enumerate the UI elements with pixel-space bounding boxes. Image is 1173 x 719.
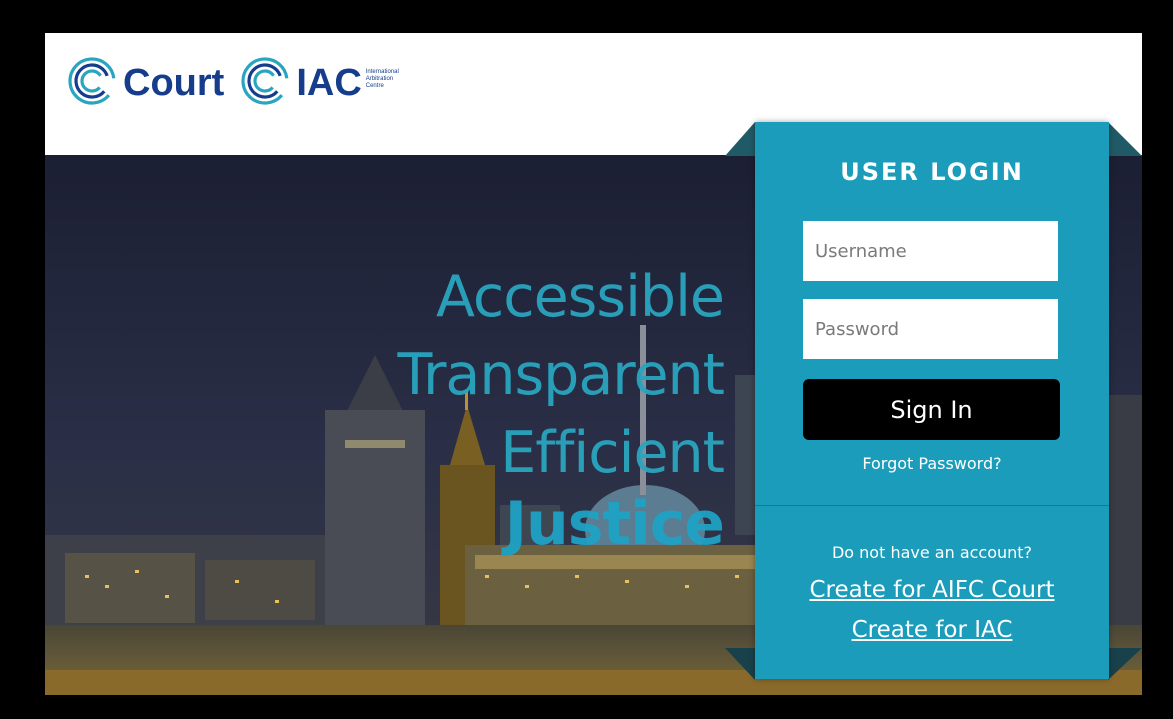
sign-in-button[interactable]: Sign In	[803, 379, 1060, 440]
ribbon-fold-top-right	[1108, 122, 1142, 156]
iac-sub-line-1: International	[365, 68, 399, 75]
iac-sub-line-2: Arbitration	[365, 75, 394, 82]
logo-group: Court IAC International Arbitration Cent…	[67, 53, 399, 113]
login-title: USER LOGIN	[840, 158, 1024, 186]
create-iac-link[interactable]: Create for IAC	[755, 617, 1109, 643]
tagline-line-transparent: Transparent	[397, 342, 725, 408]
iac-logo-icon	[240, 56, 290, 111]
create-aifc-court-link[interactable]: Create for AIFC Court	[755, 577, 1109, 603]
iac-logo-subtitle: International Arbitration Centre	[366, 69, 399, 90]
iac-sub-line-3: Centre	[365, 82, 384, 89]
login-panel: USER LOGIN Sign In Forgot Password? Do n…	[755, 122, 1109, 679]
iac-logo-text: IAC	[296, 62, 362, 104]
ribbon-fold-bottom-right	[1108, 648, 1142, 680]
court-logo-text: Court	[123, 62, 225, 104]
tagline-line-accessible: Accessible	[435, 264, 725, 330]
no-account-text: Do not have an account?	[831, 543, 1033, 562]
tagline-line-efficient: Efficient	[500, 420, 725, 486]
username-input[interactable]	[803, 221, 1058, 281]
app-frame: Court IAC International Arbitration Cent…	[45, 33, 1142, 695]
forgot-password-link[interactable]: Forgot Password?	[755, 454, 1109, 473]
ribbon-fold-top-left	[725, 122, 755, 156]
court-logo-icon	[67, 56, 117, 111]
ribbon-fold-bottom-left	[725, 648, 755, 680]
password-input[interactable]	[803, 299, 1058, 359]
tagline-justice: Justice	[504, 489, 725, 559]
login-divider	[755, 505, 1109, 506]
hero-tagline: Accessible Transparent Efficient Justice	[397, 258, 725, 559]
